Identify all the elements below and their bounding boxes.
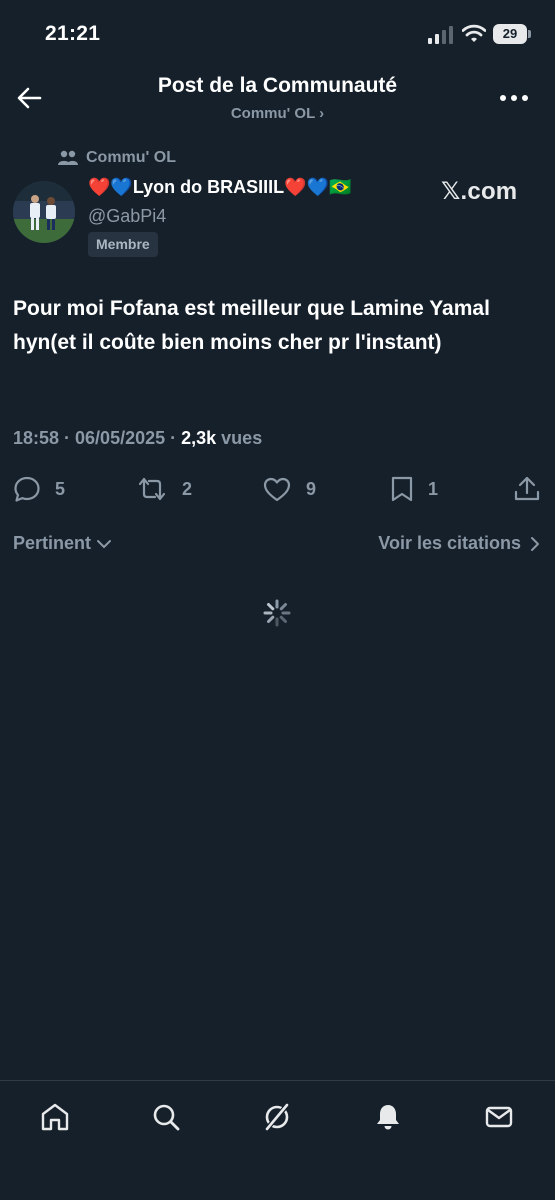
view-quotes-link[interactable]: Voir les citations	[378, 533, 541, 554]
page-title: Post de la Communauté	[157, 74, 398, 97]
community-link[interactable]: Commu' OL ›	[0, 105, 555, 122]
messages-icon[interactable]	[483, 1101, 515, 1133]
author-handle[interactable]: @GabPi4	[88, 206, 166, 227]
search-icon[interactable]	[150, 1101, 182, 1133]
action-bar: 5 2 9 1	[0, 472, 555, 506]
repost-icon	[138, 477, 166, 501]
reply-button[interactable]: 5	[13, 472, 65, 506]
replies-sort-row: Pertinent Voir les citations	[13, 533, 541, 559]
battery-level: 29	[493, 24, 527, 44]
battery-icon: 29	[493, 24, 531, 44]
sort-label: Pertinent	[13, 533, 92, 553]
views-label: vues	[216, 428, 263, 448]
battery-tip	[528, 30, 531, 38]
author-display-name[interactable]: ❤️💙Lyon do BRASIIIL❤️💙🇧🇷	[88, 177, 351, 198]
post-timestamp: 18:58 · 06/05/2025 ·	[13, 428, 182, 448]
signal-icon	[428, 26, 453, 44]
post-meta: 18:58 · 06/05/2025 · 2,3k vues	[13, 428, 262, 449]
bookmark-count: 1	[428, 478, 439, 499]
community-context[interactable]: Commu' OL	[58, 148, 176, 168]
repost-count: 2	[182, 478, 193, 499]
chevron-down-icon	[97, 539, 112, 548]
x-watermark: 𝕏.com	[441, 178, 518, 205]
avatar[interactable]	[13, 181, 75, 243]
bookmark-icon	[391, 476, 413, 502]
avatar-image	[13, 181, 75, 243]
home-icon[interactable]	[39, 1101, 71, 1133]
loading-spinner-icon	[263, 599, 291, 627]
community-label: Commu' OL	[86, 149, 177, 166]
grok-icon[interactable]	[261, 1101, 293, 1133]
status-bar: 21:21 29	[0, 0, 555, 70]
like-count: 9	[306, 478, 317, 499]
screen: 21:21 29 Post de la Communauté Commu' OL…	[0, 0, 555, 1200]
share-button[interactable]	[513, 472, 541, 506]
sort-relevance-dropdown[interactable]: Pertinent	[13, 533, 113, 554]
reply-count: 5	[55, 478, 66, 499]
heart-icon	[263, 477, 291, 502]
member-badge: Membre	[88, 232, 158, 257]
repost-button[interactable]: 2	[136, 472, 192, 506]
views-count: 2,3k	[181, 428, 217, 448]
header: Post de la Communauté Commu' OL ›	[0, 70, 555, 130]
share-icon	[514, 476, 540, 501]
more-options-icon[interactable]	[498, 86, 530, 110]
bookmark-button[interactable]: 1	[390, 472, 438, 506]
chevron-right-icon	[531, 536, 539, 551]
like-button[interactable]: 9	[262, 472, 316, 506]
view-quotes-label: Voir les citations	[378, 533, 521, 553]
reply-icon	[14, 476, 40, 502]
status-time: 21:21	[45, 22, 101, 45]
wifi-icon	[462, 24, 486, 42]
community-icon	[58, 150, 78, 165]
post-text: Pour moi Fofana est meilleur que Lamine …	[13, 297, 490, 354]
bottom-nav	[0, 1080, 555, 1200]
notifications-icon[interactable]	[372, 1101, 404, 1133]
